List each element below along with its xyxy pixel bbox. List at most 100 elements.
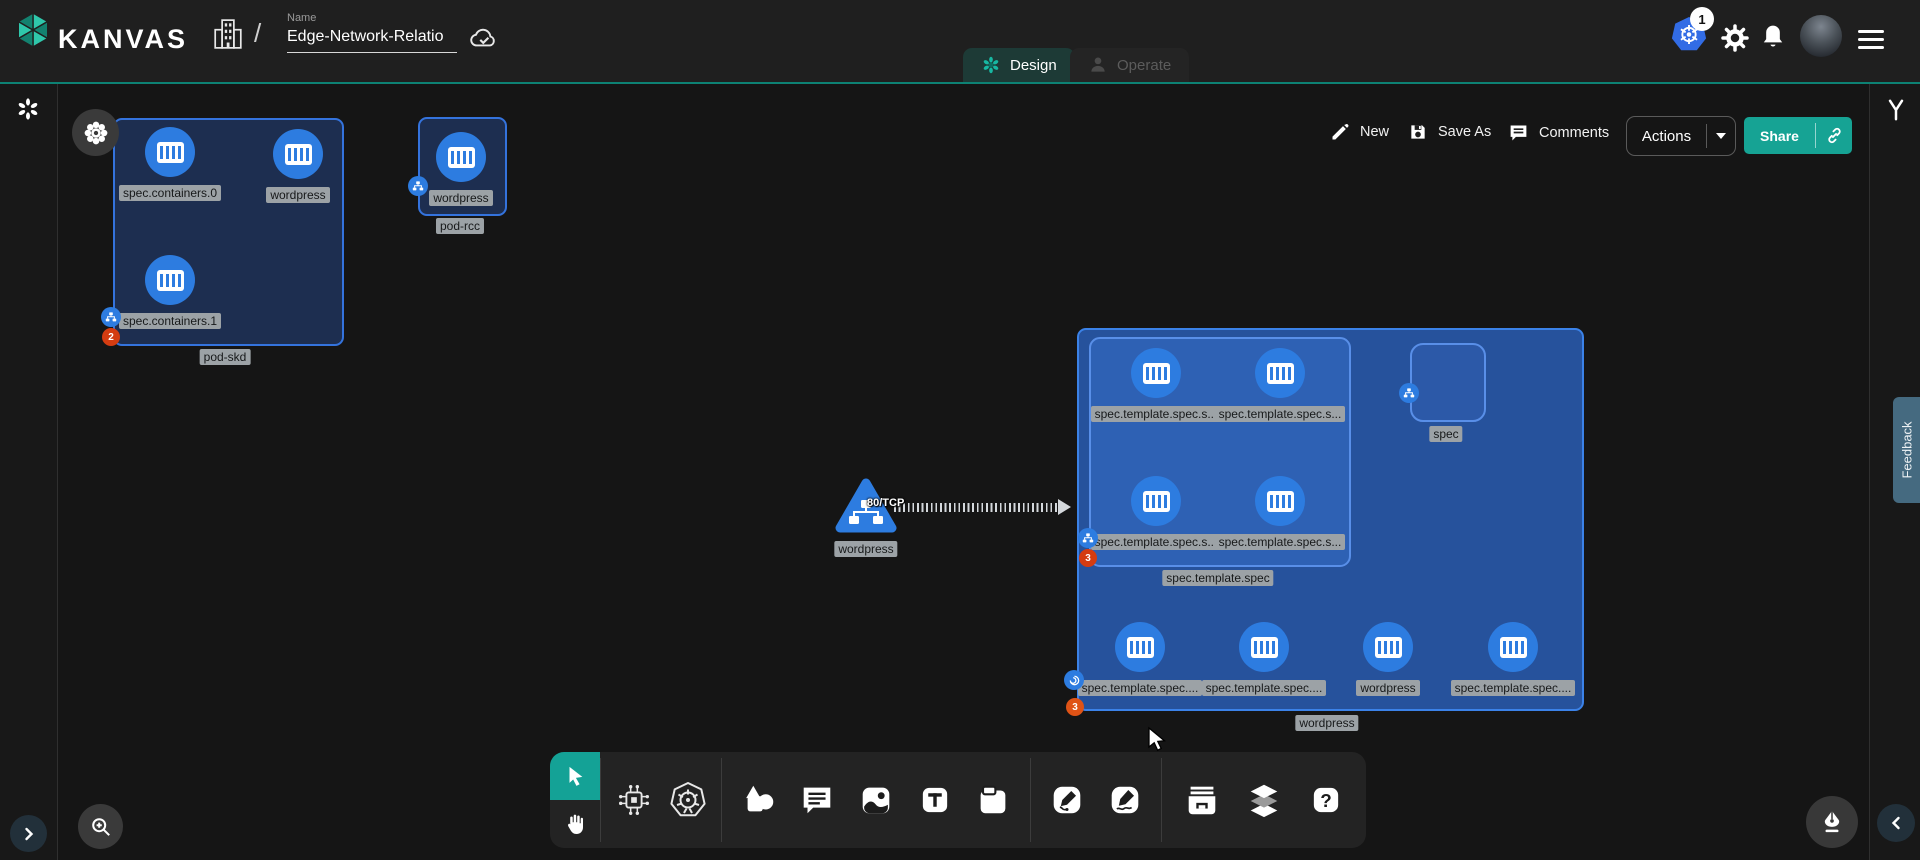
design-name-input[interactable] — [287, 28, 457, 53]
node-template-2[interactable]: spec.template.spec.s... — [1086, 476, 1226, 550]
pen-nib-icon — [1819, 809, 1845, 835]
help-tool-button[interactable]: ? — [1304, 778, 1348, 822]
node-spec-containers-1[interactable]: spec.containers.1 — [100, 255, 240, 329]
node-label: spec.containers.1 — [119, 313, 221, 329]
copy-link-button[interactable] — [1816, 126, 1852, 145]
save-as-button[interactable]: Save As — [1408, 122, 1491, 142]
kubernetes-wheel-icon — [668, 780, 708, 820]
select-tool-button[interactable] — [550, 752, 600, 800]
design-tab-label: Design — [1010, 57, 1057, 74]
freehand-draw-tool-button[interactable] — [1103, 778, 1147, 822]
node-deployment-0[interactable]: spec.template.spec.... — [1070, 622, 1210, 696]
container-icon[interactable] — [273, 129, 323, 179]
actions-dropdown-button[interactable] — [1707, 133, 1735, 139]
node-label: wordpress — [266, 187, 329, 203]
template-error-badge[interactable]: 3 — [1079, 549, 1097, 567]
zoom-button[interactable] — [78, 804, 123, 849]
tab-design[interactable]: Design — [963, 48, 1075, 82]
left-rail — [0, 84, 58, 860]
node-label: spec.template.spec.s... — [1215, 406, 1346, 422]
container-icon[interactable] — [1488, 622, 1538, 672]
comment-bubble-icon — [798, 781, 836, 819]
expand-left-panel-button[interactable] — [10, 815, 47, 852]
breadcrumb-separator: / — [254, 18, 261, 49]
node-spec[interactable] — [1410, 343, 1486, 422]
text-icon — [917, 782, 953, 818]
actions-split-button[interactable]: Actions — [1626, 116, 1736, 156]
node-deployment-3[interactable]: spec.template.spec.... — [1443, 622, 1583, 696]
text-tool-button[interactable] — [913, 778, 957, 822]
edge-service-to-deployment[interactable] — [894, 503, 1060, 512]
chevron-right-icon — [22, 827, 36, 841]
logo-wordmark: KANVAS — [58, 24, 188, 55]
deployment-warning-badge[interactable]: 3 — [1066, 698, 1084, 716]
deployment-relationship-icon[interactable] — [1064, 670, 1084, 690]
save-floppy-icon — [1408, 122, 1428, 142]
pen-path-icon — [1048, 781, 1086, 819]
container-icon[interactable] — [1131, 348, 1181, 398]
cursor-arrow-icon — [564, 765, 586, 787]
kubernetes-context-button[interactable]: 1 — [1670, 15, 1710, 55]
container-icon[interactable] — [436, 132, 486, 182]
node-template-3[interactable]: spec.template.spec.s... — [1210, 476, 1350, 550]
spec-relationship-icon[interactable] — [1399, 383, 1419, 403]
user-avatar[interactable] — [1800, 15, 1842, 57]
container-icon[interactable] — [1255, 348, 1305, 398]
template-relationship-icon[interactable] — [1078, 528, 1098, 548]
node-spec-containers-0[interactable]: spec.containers.0 — [100, 127, 240, 201]
hamburger-menu-icon[interactable] — [1858, 25, 1884, 54]
pod-rcc-relationship-icon[interactable] — [408, 176, 428, 196]
chevron-left-icon — [1889, 816, 1903, 830]
whiteboard-pen-button[interactable] — [1806, 796, 1858, 848]
node-label: spec.containers.0 — [119, 185, 221, 201]
container-icon[interactable] — [1255, 476, 1305, 526]
pan-tool-button[interactable] — [550, 800, 600, 848]
layers-tool-button[interactable] — [1242, 778, 1286, 822]
cloud-sync-icon[interactable] — [468, 25, 500, 51]
flower-icon — [83, 120, 109, 146]
collapse-right-panel-button[interactable] — [1877, 804, 1915, 842]
shapes-tool-button[interactable] — [737, 778, 781, 822]
meshery-spinner-icon[interactable] — [16, 97, 40, 121]
container-icon[interactable] — [145, 255, 195, 305]
feedback-tab[interactable]: Feedback — [1893, 397, 1920, 503]
container-icon[interactable] — [1131, 476, 1181, 526]
node-template-1[interactable]: spec.template.spec.s... — [1210, 348, 1350, 422]
canvas-toolbar: ? — [550, 752, 1366, 848]
group-collapse-button[interactable] — [72, 109, 119, 156]
comment-tool-button[interactable] — [795, 778, 839, 822]
drawer-tool-button[interactable] — [1180, 778, 1224, 822]
container-icon[interactable] — [145, 127, 195, 177]
image-tool-button[interactable] — [854, 778, 898, 822]
node-template-0[interactable]: spec.template.spec.s... — [1086, 348, 1226, 422]
notifications-bell-icon[interactable] — [1760, 22, 1786, 52]
share-split-button[interactable]: Share — [1744, 117, 1852, 154]
caret-down-icon — [1716, 133, 1726, 139]
components-tool-button[interactable] — [612, 778, 656, 822]
container-icon[interactable] — [1115, 622, 1165, 672]
comments-button[interactable]: Comments — [1508, 122, 1609, 143]
pen-tool-button[interactable] — [1045, 778, 1089, 822]
node-wordpress-rcc[interactable]: wordpress — [391, 132, 531, 206]
organization-icon[interactable] — [212, 18, 244, 50]
node-deployment-1[interactable]: spec.template.spec.... — [1194, 622, 1334, 696]
note-tool-button[interactable] — [971, 778, 1015, 822]
container-icon[interactable] — [1363, 622, 1413, 672]
save-as-label: Save As — [1438, 124, 1491, 140]
group-label-deployment-wordpress: wordpress — [1295, 715, 1358, 731]
node-label: spec.template.spec.... — [1202, 680, 1327, 696]
settings-gear-icon[interactable] — [1720, 23, 1750, 53]
node-deployment-wordpress[interactable]: wordpress — [1318, 622, 1458, 696]
node-label: wordpress — [1356, 680, 1419, 696]
tab-operate[interactable]: Operate — [1070, 48, 1189, 82]
dock-toggle-y-icon[interactable] — [1883, 96, 1909, 124]
pod-skd-relationship-icon[interactable] — [101, 307, 121, 327]
node-label: spec.template.spec.... — [1078, 680, 1203, 696]
kanvas-logo-icon[interactable] — [14, 11, 52, 49]
new-design-button[interactable]: New — [1330, 122, 1389, 142]
kubernetes-tool-button[interactable] — [666, 778, 710, 822]
container-icon[interactable] — [1239, 622, 1289, 672]
link-icon — [1825, 126, 1844, 145]
node-wordpress-skd[interactable]: wordpress — [228, 129, 368, 203]
pod-skd-error-badge[interactable]: 2 — [102, 328, 120, 346]
